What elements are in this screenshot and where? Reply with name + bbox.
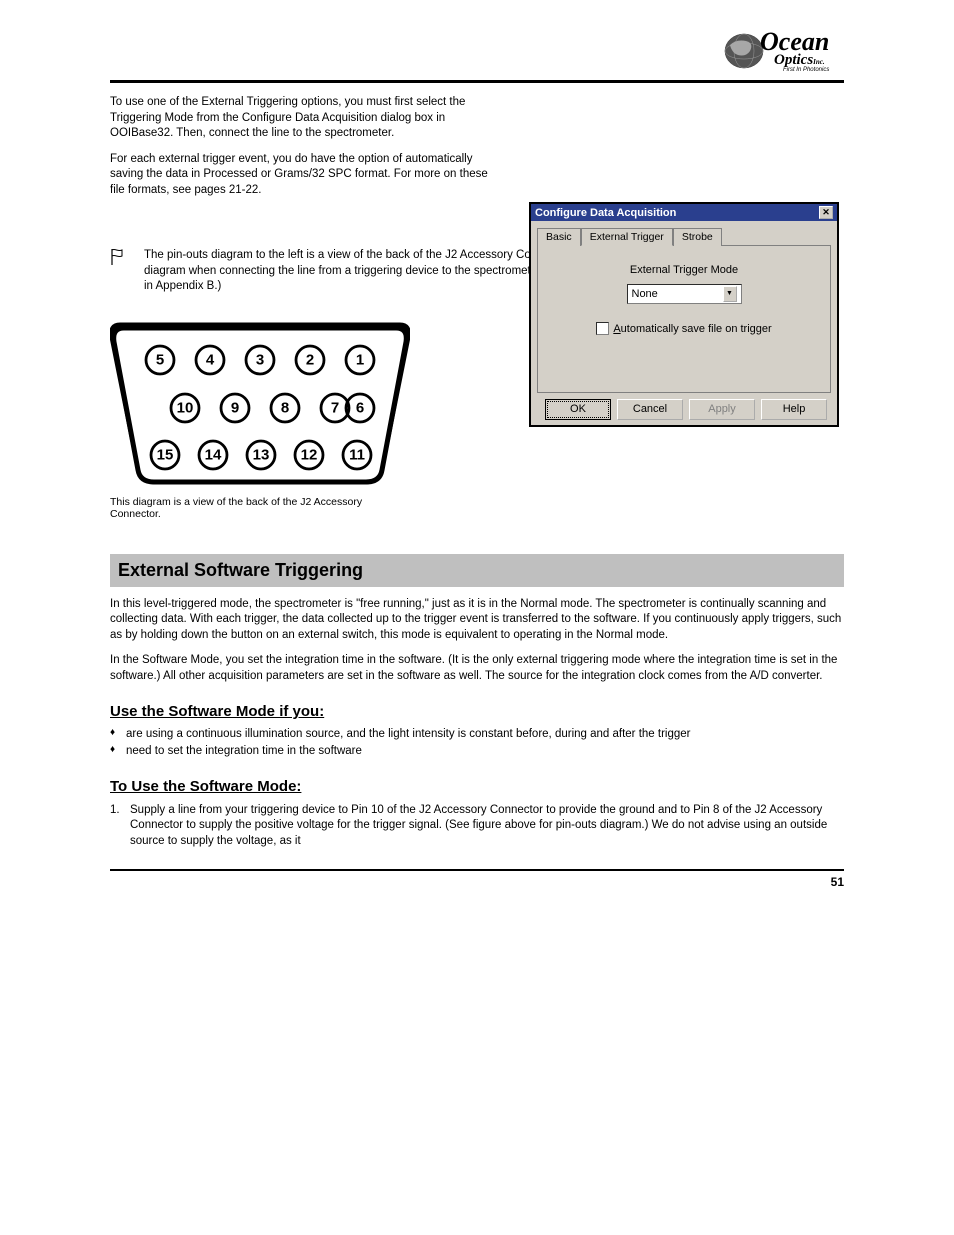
cancel-button[interactable]: Cancel [617,399,683,420]
diagram-caption: This diagram is a view of the back of th… [110,496,410,520]
external-trigger-mode-select[interactable]: None ▼ [627,284,742,304]
step-number: 1. [110,803,130,850]
use-if-heading: Use the Software Mode if you: [110,702,844,722]
svg-text:10: 10 [177,399,194,416]
globe-icon [724,31,764,71]
svg-text:6: 6 [356,399,364,416]
svg-text:15: 15 [157,446,174,463]
tab-strobe[interactable]: Strobe [673,228,722,246]
section-heading: External Software Triggering [110,554,844,587]
close-icon[interactable]: ✕ [819,206,833,219]
select-value: None [632,288,658,300]
svg-text:13: 13 [253,446,270,463]
intro-paragraph-1: To use one of the External Triggering op… [110,95,505,142]
chevron-down-icon[interactable]: ▼ [723,286,737,302]
dialog-title: Configure Data Acquisition [535,207,676,219]
tab-external-trigger[interactable]: External Trigger [581,228,673,246]
page-number: 51 [110,875,844,889]
logo-tagline: First In Photonics [760,67,829,73]
svg-text:3: 3 [256,351,264,368]
use-if-item: need to set the integration time in the … [126,743,362,759]
step-1-text: Supply a line from your triggering devic… [130,803,844,850]
configure-dialog: Configure Data Acquisition ✕ Basic Exter… [529,202,839,427]
svg-text:9: 9 [231,399,239,416]
flag-icon [110,248,126,266]
diamond-bullet-icon: ♦ [110,726,126,740]
intro-paragraph-2: For each external trigger event, you do … [110,152,505,199]
use-if-item: are using a continuous illumination sour… [126,726,690,742]
to-use-heading: To Use the Software Mode: [110,777,844,797]
auto-save-label: Automatically save file on trigger [613,323,771,335]
logo-text-inc: Inc. [813,58,824,66]
svg-text:7: 7 [331,399,339,416]
section-paragraph-1: In this level-triggered mode, the spectr… [110,597,844,644]
svg-text:12: 12 [301,446,318,463]
brand-logo: Ocean OpticsInc. First In Photonics [724,25,842,77]
svg-text:4: 4 [206,351,215,368]
svg-text:2: 2 [306,351,314,368]
use-if-list: ♦are using a continuous illumination sou… [110,726,844,758]
svg-text:14: 14 [205,446,222,463]
tab-basic[interactable]: Basic [537,228,581,246]
diamond-bullet-icon: ♦ [110,743,126,757]
svg-text:8: 8 [281,399,289,416]
external-trigger-mode-label: External Trigger Mode [538,264,830,276]
apply-button[interactable]: Apply [689,399,755,420]
footer-rule [110,869,844,871]
auto-save-checkbox[interactable] [596,322,609,335]
help-button[interactable]: Help [761,399,827,420]
ok-button[interactable]: OK [545,399,611,420]
logo-text-optics: Optics [774,52,813,68]
svg-text:5: 5 [156,351,164,368]
section-paragraph-2: In the Software Mode, you set the integr… [110,653,844,684]
svg-text:11: 11 [349,446,365,463]
svg-text:1: 1 [356,351,364,368]
header-rule [110,80,844,83]
j2-connector-final: 5 4 3 2 1 10 9 8 76 15 14 13 12 11 [110,320,410,490]
